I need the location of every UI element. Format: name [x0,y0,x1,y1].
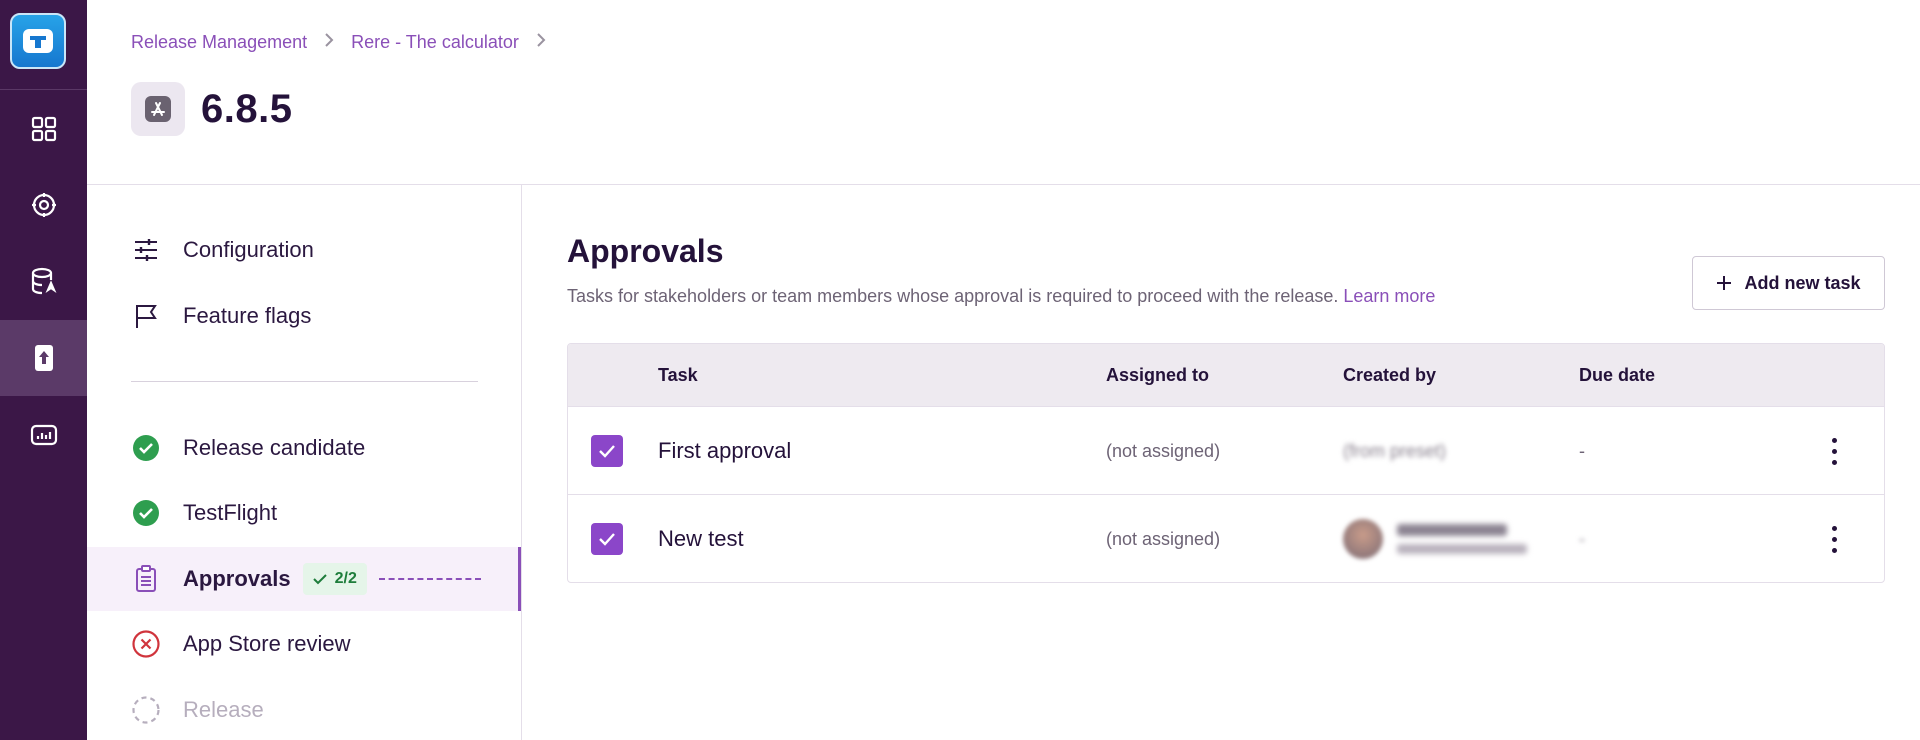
progress-connector [378,578,481,580]
section-title: Approvals [567,233,724,269]
plus-icon [1717,276,1732,290]
due-date: - [1579,528,1585,549]
add-new-task-label: Add new task [1744,272,1861,293]
step-label: Approvals [183,566,291,591]
column-header-assigned-to[interactable]: Assigned to [1106,344,1209,406]
badge-count: 2/2 [334,570,357,587]
more-options-icon[interactable] [1832,525,1837,553]
step-release-candidate[interactable]: Release candidate [87,416,521,480]
rail-dashboard-icon[interactable] [0,91,87,167]
header-divider [87,184,1920,185]
sidebar-item-feature-flags[interactable]: Feature flags [87,284,521,348]
status-badge: 2/2 [302,563,367,595]
table-header: Task Assigned to Created by Due date [568,344,1884,406]
breadcrumb-app[interactable]: Rere - The calculator [351,32,519,53]
sidebar-item-label: Configuration [183,237,314,262]
check-circle-icon [131,433,161,463]
rail-releases-icon[interactable] [0,167,87,243]
rail-build-upload-icon[interactable] [0,320,87,396]
check-icon [599,445,615,458]
sidebar-divider [521,185,522,740]
app-rail [0,0,87,740]
avatar [1343,519,1383,559]
page-title: 6.8.5 [201,86,293,131]
approvals-table: Task Assigned to Created by Due date Fir… [567,343,1885,583]
due-date: - [1579,440,1585,461]
step-label: App Store review [183,631,351,656]
column-header-created-by[interactable]: Created by [1343,344,1436,406]
task-checkbox[interactable] [591,523,623,555]
step-app-store-review[interactable]: App Store review [87,612,521,676]
created-by-user [1343,495,1527,582]
step-label: Release candidate [183,435,366,460]
step-testflight[interactable]: TestFlight [87,481,521,545]
chevron-right-icon [323,31,335,54]
task-checkbox[interactable] [591,435,623,467]
table-row[interactable]: First approval (not assigned) (from pres… [568,406,1884,494]
column-header-task[interactable]: Task [658,344,698,406]
learn-more-link[interactable]: Learn more [1343,286,1435,306]
description-text: Tasks for stakeholders or team members w… [567,286,1339,306]
created-by: (from preset) [1343,440,1447,461]
more-options-icon[interactable] [1832,437,1837,465]
sidebar-item-configuration[interactable]: Configuration [87,218,521,282]
app-logo-icon[interactable] [10,13,66,69]
rail-analytics-icon[interactable] [0,397,87,473]
error-circle-icon [131,629,161,659]
rail-database-icon[interactable] [0,243,87,319]
column-header-due-date[interactable]: Due date [1579,344,1655,406]
breadcrumb-release-management[interactable]: Release Management [131,32,307,53]
check-icon [312,574,327,585]
sidebar-separator [131,381,478,382]
section-description: Tasks for stakeholders or team members w… [567,286,1435,307]
task-name[interactable]: First approval [658,438,791,464]
page-header: 6.8.5 [131,82,292,136]
flag-icon [131,301,161,331]
sidebar-item-label: Feature flags [183,303,312,328]
step-approvals[interactable]: Approvals 2/2 [87,547,521,611]
blurred-user-info [1397,524,1527,554]
step-release[interactable]: Release [87,678,521,740]
active-indicator [518,547,521,611]
step-label: TestFlight [183,500,278,525]
assigned-to: (not assigned) [1106,528,1221,549]
step-label: Release [183,697,264,722]
check-circle-icon [131,498,161,528]
breadcrumb: Release Management Rere - The calculator [131,30,547,54]
rail-divider [0,89,87,90]
clipboard-icon [131,564,161,594]
add-new-task-button[interactable]: Add new task [1692,256,1885,310]
app-store-icon [131,82,185,136]
sliders-icon [131,235,161,265]
task-name[interactable]: New test [658,526,744,552]
assigned-to: (not assigned) [1106,440,1221,461]
pending-circle-icon [131,695,161,725]
table-row[interactable]: New test (not assigned) - [568,494,1884,582]
check-icon [599,533,615,546]
chevron-right-icon [535,31,547,54]
